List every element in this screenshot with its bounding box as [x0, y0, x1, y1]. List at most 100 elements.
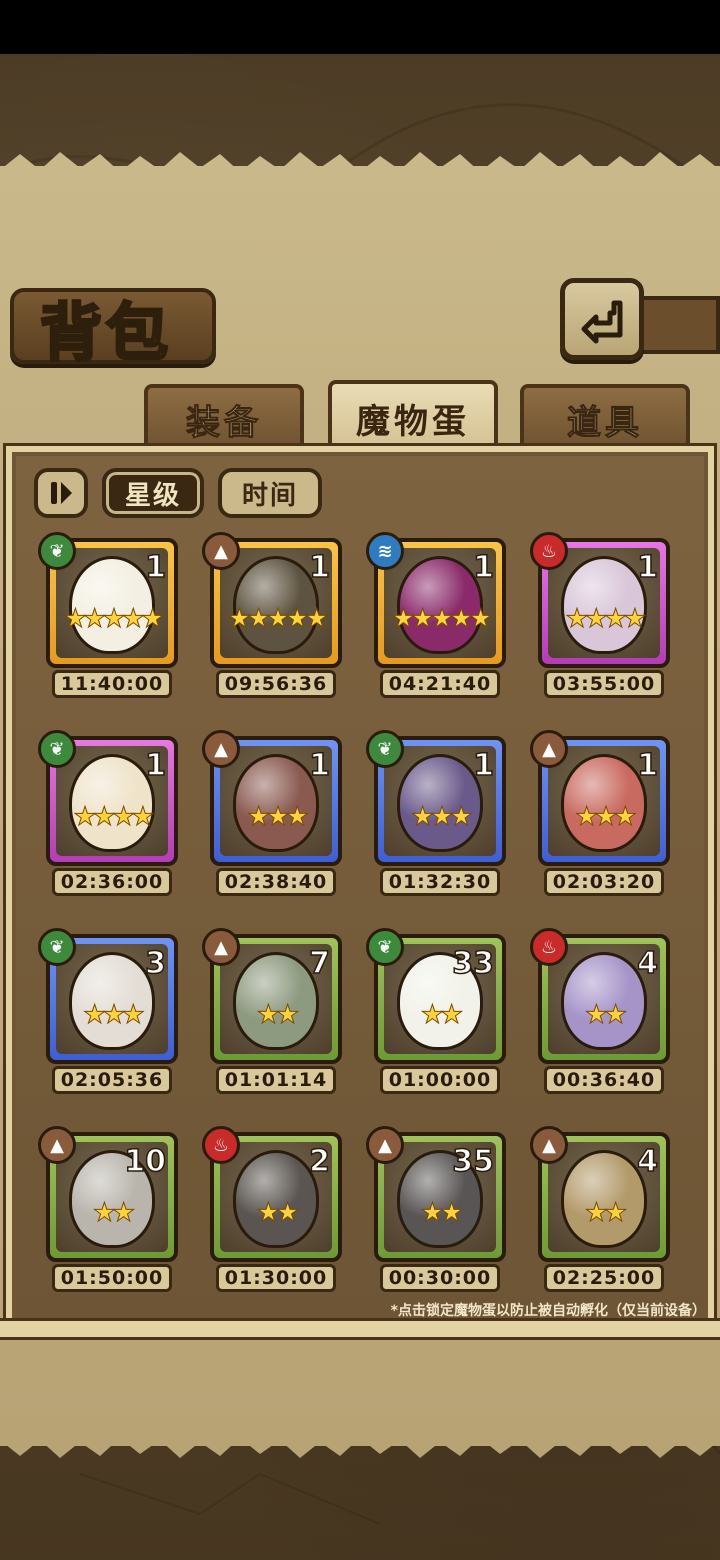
- egg-count: 1: [144, 549, 166, 586]
- back-arrow-icon: [581, 300, 623, 344]
- egg-count: 2: [308, 1143, 330, 1180]
- panel-bottom-rail: [0, 1318, 720, 1340]
- egg-slot[interactable]: 1 ★★★ ▲ 02:38:40: [202, 730, 350, 900]
- egg-count: 33: [452, 945, 495, 982]
- star-rating: ★★: [584, 1198, 628, 1229]
- fire-element-icon: ♨: [530, 532, 568, 570]
- tab-bar: 装备 魔物蛋 道具: [10, 380, 720, 454]
- earth-element-icon: ▲: [38, 1126, 76, 1164]
- lock-hint-text: *点击锁定魔物蛋以防止被自动孵化（仅当前设备）: [390, 1303, 706, 1319]
- star-rating: ★★★: [247, 802, 310, 833]
- hatch-timer: 01:00:00: [380, 1066, 500, 1094]
- egg-count: 7: [308, 945, 330, 982]
- hatch-timer: 02:03:20: [544, 868, 664, 896]
- egg-slot[interactable]: 4 ★★ ▲ 02:25:00: [530, 1126, 678, 1296]
- earth-element-icon: ▲: [202, 928, 240, 966]
- star-rating: ★★★: [83, 1000, 146, 1031]
- star-rating: ★★★★★: [227, 604, 329, 635]
- egg-slot[interactable]: 7 ★★ ▲ 01:01:14: [202, 928, 350, 1098]
- earth-element-icon: ▲: [530, 730, 568, 768]
- grass-element-icon: ❦: [38, 532, 76, 570]
- egg-slot[interactable]: 33 ★★ ❦ 01:00:00: [366, 928, 514, 1098]
- egg-count: 10: [124, 1143, 167, 1180]
- grass-element-icon: ❦: [366, 928, 404, 966]
- egg-count: 4: [636, 1143, 658, 1180]
- star-rating: ★★★★★: [63, 604, 165, 635]
- egg-slot[interactable]: 10 ★★ ▲ 01:50:00: [38, 1126, 186, 1296]
- earth-element-icon: ▲: [202, 730, 240, 768]
- hatch-timer: 01:32:30: [380, 868, 500, 896]
- hatch-timer: 01:30:00: [216, 1264, 336, 1292]
- egg-slot[interactable]: 2 ★★ ♨ 01:30:00: [202, 1126, 350, 1296]
- back-button[interactable]: [560, 278, 644, 360]
- egg-slot[interactable]: 35 ★★ ▲ 00:30:00: [366, 1126, 514, 1296]
- grass-element-icon: ❦: [38, 928, 76, 966]
- parchment-edge-top: [0, 152, 720, 190]
- egg-slot[interactable]: 1 ★★★★★ ▲ 09:56:36: [202, 532, 350, 702]
- egg-count: 3: [144, 945, 166, 982]
- grass-element-icon: ❦: [38, 730, 76, 768]
- egg-slot[interactable]: 3 ★★★ ❦ 02:05:36: [38, 928, 186, 1098]
- egg-slot[interactable]: 1 ★★★★★ ❦ 11:40:00: [38, 532, 186, 702]
- hatch-timer: 03:55:00: [544, 670, 664, 698]
- hatch-timer: 11:40:00: [52, 670, 172, 698]
- earth-element-icon: ▲: [202, 532, 240, 570]
- hatch-timer: 00:30:00: [380, 1264, 500, 1292]
- hatch-timer: 09:56:36: [216, 670, 336, 698]
- back-button-rail: [640, 296, 720, 354]
- egg-count: 1: [472, 549, 494, 586]
- hatch-timer: 01:50:00: [52, 1264, 172, 1292]
- hatch-timer: 02:25:00: [544, 1264, 664, 1292]
- tab-monster-eggs[interactable]: 魔物蛋: [328, 380, 498, 452]
- egg-count: 1: [636, 549, 658, 586]
- star-rating: ★★: [584, 1000, 628, 1031]
- star-rating: ★★: [92, 1198, 136, 1229]
- star-rating: ★★: [420, 1198, 464, 1229]
- hatch-timer: 02:36:00: [52, 868, 172, 896]
- fire-element-icon: ♨: [202, 1126, 240, 1164]
- status-bar: [0, 0, 720, 54]
- star-rating: ★★: [256, 1000, 300, 1031]
- star-rating: ★★: [420, 1000, 464, 1031]
- hatch-timer: 01:01:14: [216, 1066, 336, 1094]
- sort-by-star-button[interactable]: 星级: [102, 468, 204, 518]
- earth-element-icon: ▲: [530, 1126, 568, 1164]
- tab-equipment-label: 装备: [186, 402, 262, 443]
- egg-count: 4: [636, 945, 658, 982]
- egg-count: 1: [636, 747, 658, 784]
- sort-toggle-icon: [51, 482, 72, 504]
- egg-count: 35: [452, 1143, 495, 1180]
- egg-slot[interactable]: 1 ★★★★ ❦ 02:36:00: [38, 730, 186, 900]
- egg-count: 1: [144, 747, 166, 784]
- star-rating: ★★★★★: [391, 604, 493, 635]
- egg-slot[interactable]: 1 ★★★ ▲ 02:03:20: [530, 730, 678, 900]
- egg-count: 1: [308, 549, 330, 586]
- parchment-edge-bottom: [0, 1420, 720, 1458]
- tab-items-label: 道具: [567, 402, 643, 443]
- water-element-icon: ≋: [366, 532, 404, 570]
- hatch-timer: 04:21:40: [380, 670, 500, 698]
- egg-slot[interactable]: 4 ★★ ♨ 00:36:40: [530, 928, 678, 1098]
- earth-element-icon: ▲: [366, 1126, 404, 1164]
- egg-slot[interactable]: 1 ★★★★★ ≋ 04:21:40: [366, 532, 514, 702]
- egg-slot[interactable]: 1 ★★★ ❦ 01:32:30: [366, 730, 514, 900]
- star-rating: ★★★: [411, 802, 474, 833]
- hatch-timer: 00:36:40: [544, 1066, 664, 1094]
- page-title: 背包: [38, 295, 173, 371]
- egg-count: 1: [472, 747, 494, 784]
- star-rating: ★★: [256, 1198, 300, 1229]
- egg-slot[interactable]: 1 ★★★★ ♨ 03:55:00: [530, 532, 678, 702]
- grass-element-icon: ❦: [366, 730, 404, 768]
- tab-monster-eggs-label: 魔物蛋: [356, 401, 470, 442]
- star-rating: ★★★: [575, 802, 638, 833]
- tab-equipment[interactable]: 装备: [144, 384, 304, 450]
- egg-count: 1: [308, 747, 330, 784]
- sort-by-time-button[interactable]: 时间: [218, 468, 322, 518]
- fire-element-icon: ♨: [530, 928, 568, 966]
- hatch-timer: 02:05:36: [52, 1066, 172, 1094]
- hatch-timer: 02:38:40: [216, 868, 336, 896]
- star-rating: ★★★★: [73, 802, 155, 833]
- tab-items[interactable]: 道具: [520, 384, 690, 450]
- star-rating: ★★★★: [565, 604, 647, 635]
- sort-order-toggle[interactable]: [34, 468, 88, 518]
